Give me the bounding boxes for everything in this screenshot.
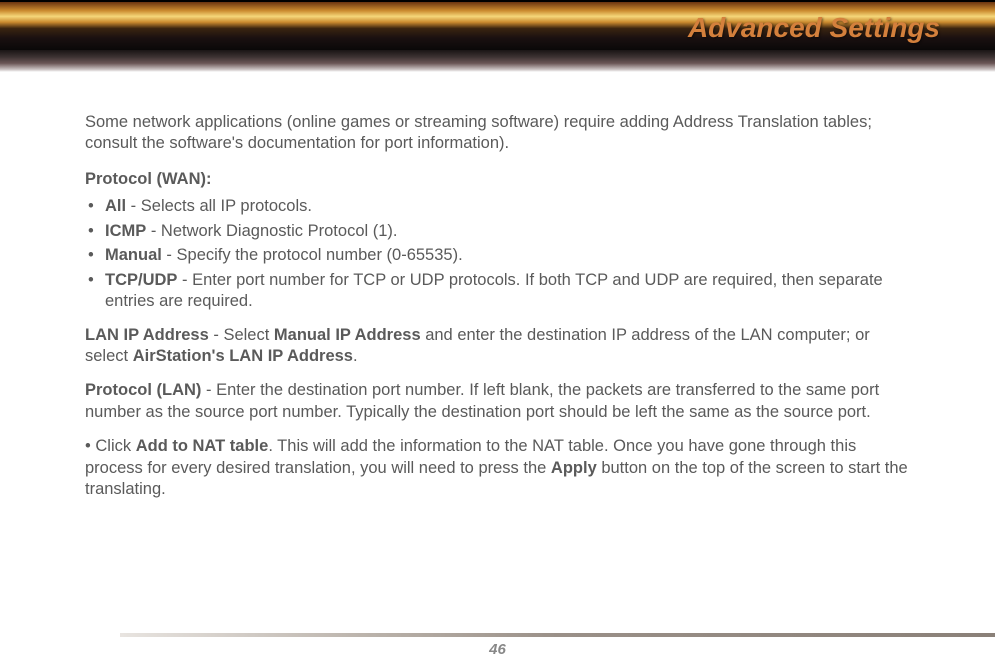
protocol-lan-paragraph: Protocol (LAN) - Enter the destination p…	[85, 380, 915, 423]
text: .	[353, 347, 358, 365]
bold-text: Add to NAT table	[136, 437, 269, 455]
page-number: 46	[0, 641, 995, 658]
bold-text: Protocol (LAN)	[85, 381, 201, 399]
text: • Click	[85, 437, 136, 455]
text: - Select	[209, 326, 274, 344]
bullet-bold: Manual	[105, 246, 162, 264]
header-band: Advanced Settings	[0, 0, 995, 50]
list-item: TCP/UDP - Enter port number for TCP or U…	[85, 270, 915, 313]
list-item: ICMP - Network Diagnostic Protocol (1).	[85, 221, 915, 242]
protocol-wan-label: Protocol (WAN):	[85, 169, 915, 190]
list-item: All - Selects all IP protocols.	[85, 196, 915, 217]
bullet-text: - Specify the protocol number (0-65535).	[162, 246, 463, 264]
list-item: Manual - Specify the protocol number (0-…	[85, 245, 915, 266]
bullet-bold: TCP/UDP	[105, 271, 177, 289]
header-underline	[0, 50, 995, 72]
bullet-bold: All	[105, 197, 126, 215]
bullet-text: - Network Diagnostic Protocol (1).	[146, 222, 397, 240]
nat-paragraph: • Click Add to NAT table. This will add …	[85, 436, 915, 500]
bullet-text: - Selects all IP protocols.	[126, 197, 312, 215]
page-title: Advanced Settings	[688, 12, 940, 44]
lan-ip-paragraph: LAN IP Address - Select Manual IP Addres…	[85, 325, 915, 368]
text: - Enter the destination port number. If …	[85, 381, 879, 420]
footer: 46	[0, 633, 995, 658]
protocol-wan-list: All - Selects all IP protocols. ICMP - N…	[85, 196, 915, 312]
content-area: Some network applications (online games …	[0, 72, 995, 534]
intro-paragraph: Some network applications (online games …	[85, 112, 915, 155]
bold-text: AirStation's LAN IP Address	[133, 347, 353, 365]
bullet-bold: ICMP	[105, 222, 146, 240]
bullet-text: - Enter port number for TCP or UDP proto…	[105, 271, 883, 310]
bold-text: Manual IP Address	[274, 326, 421, 344]
footer-divider	[120, 633, 995, 637]
bold-text: LAN IP Address	[85, 326, 209, 344]
bold-text: Apply	[551, 459, 597, 477]
